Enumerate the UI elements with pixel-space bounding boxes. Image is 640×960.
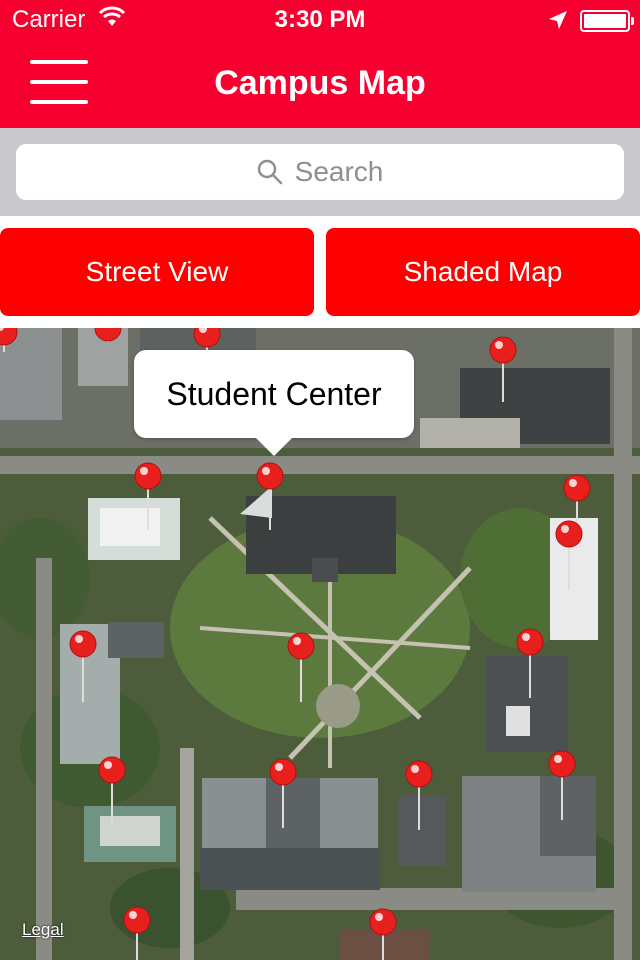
search-icon [257, 159, 283, 185]
map-pin-icon[interactable] [555, 520, 583, 590]
map-pin-icon[interactable] [369, 908, 397, 960]
map-pin-icon[interactable] [287, 632, 315, 702]
map-pin-icon[interactable] [563, 474, 591, 528]
map-pin-icon[interactable] [256, 462, 284, 530]
map-pin-icon[interactable] [548, 750, 576, 820]
map-mode-buttons: Street View Shaded Map [0, 216, 640, 328]
map-pin-icon[interactable] [123, 906, 151, 960]
map-pin-icon[interactable] [269, 758, 297, 828]
status-bar: Carrier 3:30 PM [0, 0, 640, 40]
map-pin-icon[interactable] [134, 462, 162, 530]
map-pin-icon[interactable] [405, 760, 433, 830]
search-input[interactable]: Search [16, 144, 624, 200]
location-callout[interactable]: Student Center [134, 350, 414, 456]
location-arrow-icon [548, 10, 568, 35]
battery-icon [580, 10, 634, 32]
search-bar: Search [0, 128, 640, 217]
map-pin-icon[interactable] [0, 328, 18, 352]
page-title: Campus Map [214, 64, 426, 102]
navigation-bar: Campus Map [0, 40, 640, 128]
map-pin-icon[interactable] [193, 328, 221, 350]
map-pin-icon[interactable] [489, 336, 517, 402]
street-view-button[interactable]: Street View [0, 228, 314, 316]
map-pin-icon[interactable] [516, 628, 544, 698]
map-pin-icon[interactable] [94, 328, 122, 342]
map-pin-icon[interactable] [69, 630, 97, 702]
search-placeholder: Search [294, 156, 384, 187]
status-time: 3:30 PM [274, 6, 366, 33]
shaded-map-button[interactable]: Shaded Map [326, 228, 640, 316]
legal-link[interactable]: Legal [22, 920, 64, 940]
map-pin-icon[interactable] [98, 756, 126, 826]
